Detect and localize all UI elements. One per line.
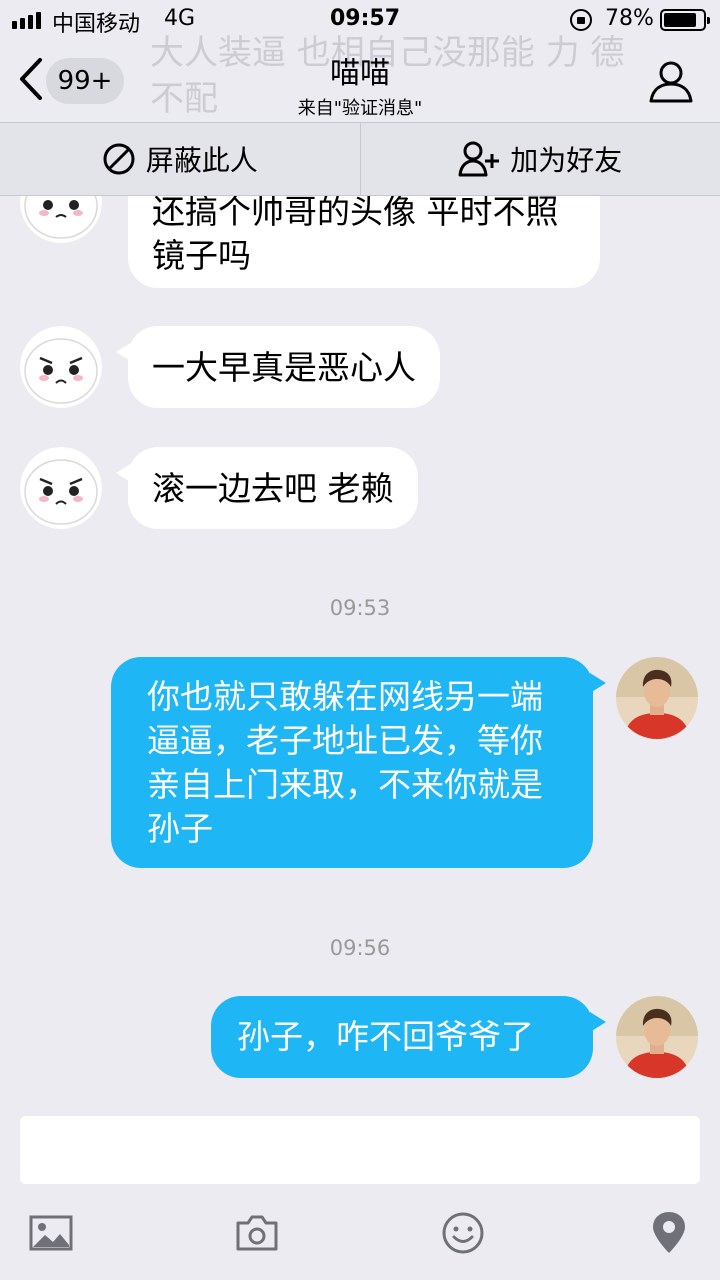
network-type: 4G: [164, 6, 196, 31]
chat-toolbar: [0, 1196, 720, 1280]
action-bar: 屏蔽此人 加为好友: [0, 122, 720, 196]
camera-icon[interactable]: [234, 1210, 280, 1256]
image-icon[interactable]: [28, 1210, 74, 1256]
my-avatar[interactable]: [616, 657, 698, 739]
add-friend-button[interactable]: 加为好友: [359, 123, 720, 195]
sender-avatar[interactable]: [20, 196, 102, 243]
message-text: 一大早真是恶心人: [152, 348, 416, 387]
sender-avatar[interactable]: [20, 447, 102, 529]
profile-icon[interactable]: [648, 58, 694, 104]
message-bubble-incoming[interactable]: 一大早真是恶心人: [128, 326, 440, 408]
message-list[interactable]: 还搞个帅哥的头像 平时不照镜子吗 一大早真是恶心人 滚一边去吧 老赖 09:53: [0, 196, 720, 1106]
message-text: 还搞个帅哥的头像 平时不照镜子吗: [152, 196, 559, 275]
chat-subtitle: 来自"验证消息": [297, 98, 423, 119]
message-bubble-incoming[interactable]: 还搞个帅哥的头像 平时不照镜子吗: [128, 196, 600, 288]
sender-avatar[interactable]: [20, 326, 102, 408]
message-text: 滚一边去吧 老赖: [152, 469, 394, 508]
message-bubble-outgoing[interactable]: 孙子，咋不回爷爷了: [211, 996, 593, 1078]
location-icon[interactable]: [646, 1210, 692, 1256]
message-bubble-incoming[interactable]: 滚一边去吧 老赖: [128, 447, 418, 529]
battery-icon: [660, 9, 710, 31]
message-timestamp: 09:53: [329, 596, 391, 620]
bubble-tail: [590, 673, 606, 693]
status-time: 09:57: [330, 6, 401, 31]
bubble-tail: [590, 1012, 606, 1032]
carrier-name: 中国移动: [52, 12, 141, 37]
message-text: 孙子，咋不回爷爷了: [237, 1017, 534, 1056]
battery-percent: 78%: [605, 6, 654, 31]
block-icon: [103, 143, 135, 175]
emoji-icon[interactable]: [440, 1210, 486, 1256]
message-timestamp: 09:56: [329, 936, 391, 960]
block-user-label: 屏蔽此人: [145, 144, 258, 177]
message-input[interactable]: [20, 1116, 700, 1184]
rotation-lock-icon: [570, 9, 592, 31]
block-user-button[interactable]: 屏蔽此人: [0, 123, 360, 195]
add-friend-label: 加为好友: [510, 144, 623, 177]
signal-icon: [12, 12, 41, 29]
chat-header: 大人装逼 也相自己没那能 力 德不配 99+ 喵喵 来自"验证消息": [0, 33, 720, 122]
add-friend-icon: [458, 141, 500, 177]
my-avatar[interactable]: [616, 996, 698, 1078]
chat-title: 喵喵: [330, 56, 390, 91]
message-bubble-outgoing[interactable]: 你也就只敢躲在网线另一端逼逼，老子地址已发，等你亲自上门来取，不来你就是孙子: [111, 657, 593, 868]
message-text: 你也就只敢躲在网线另一端逼逼，老子地址已发，等你亲自上门来取，不来你就是孙子: [147, 677, 543, 848]
